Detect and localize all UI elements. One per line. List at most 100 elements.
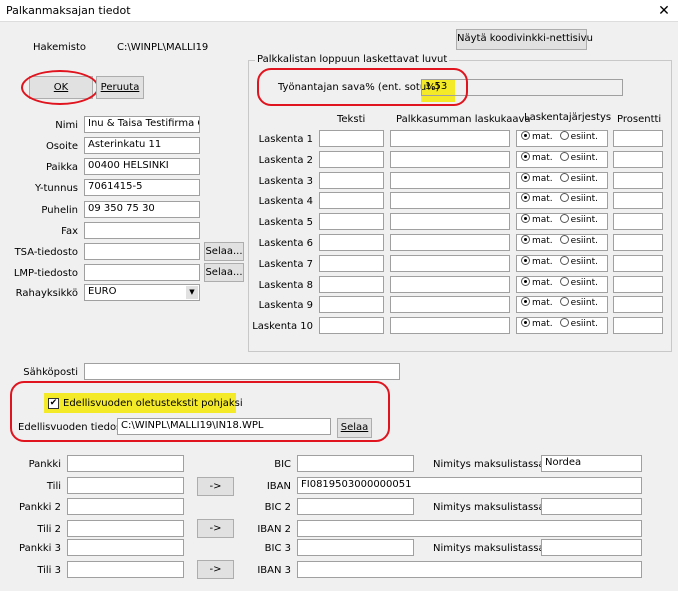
calc-row-formula-field[interactable] — [390, 296, 510, 314]
radio-mat[interactable] — [521, 151, 530, 161]
calc-row-text-field[interactable] — [319, 234, 384, 251]
calc-row-text-field[interactable] — [319, 213, 384, 231]
radio-esiint[interactable] — [559, 131, 569, 140]
tsa-label: TSA-tiedosto — [14, 247, 78, 258]
rahayksikko-select[interactable]: EURO ▼ — [84, 284, 200, 301]
arrow-button-3[interactable]: -> — [197, 560, 234, 579]
lmp-field[interactable] — [84, 264, 200, 281]
radio-esiint[interactable] — [559, 318, 569, 328]
radio-esiint[interactable] — [559, 151, 569, 161]
calc-row-formula-field[interactable] — [390, 275, 510, 293]
radio-esiint[interactable] — [559, 235, 569, 244]
osoite-field[interactable]: Asterinkatu 11 — [84, 137, 200, 154]
radio-esiint[interactable] — [559, 214, 569, 224]
bic2-field[interactable] — [297, 498, 414, 515]
calc-row-formula-field[interactable] — [390, 192, 510, 210]
close-icon[interactable]: ✕ — [650, 0, 678, 22]
radio-mat[interactable] — [521, 318, 530, 328]
radio-esiint[interactable] — [559, 255, 569, 265]
calc-row-percent-field[interactable] — [613, 317, 663, 335]
calc-group-title: Palkkalistan loppuun laskettavat luvut — [255, 54, 450, 65]
show-code-tip-button[interactable]: Näytä koodivinkki-nettisivu — [456, 29, 593, 50]
nimitys-field-2[interactable] — [541, 498, 642, 515]
calc-row-label: Laskenta 10 — [252, 321, 313, 333]
radio-mat[interactable] — [521, 131, 530, 140]
calc-row-percent-field[interactable] — [613, 213, 663, 231]
radio-esiint[interactable] — [559, 193, 569, 203]
calc-row-percent-field[interactable] — [613, 234, 663, 251]
calc-row-text-field[interactable] — [319, 150, 384, 168]
pankki3-field[interactable] — [67, 539, 184, 556]
radio-esiint[interactable] — [559, 276, 569, 286]
calc-row-formula-field[interactable] — [390, 317, 510, 335]
sahkoposti-field[interactable] — [84, 363, 400, 380]
calc-row-formula-field[interactable] — [390, 150, 510, 168]
calc-row-text-field[interactable] — [319, 296, 384, 314]
calc-row-formula-field[interactable] — [390, 130, 510, 147]
nimitys-label-3: Nimitys maksulistassa = — [433, 543, 557, 554]
osoite-label: Osoite — [45, 141, 78, 152]
radio-mat[interactable] — [521, 172, 530, 182]
calc-row-label: Laskenta 1 — [258, 134, 313, 145]
paikka-field[interactable]: 00400 HELSINKI — [84, 158, 200, 175]
lmp-browse-button[interactable]: Selaa... — [204, 263, 244, 282]
nimitys-field-1[interactable]: Nordea — [541, 455, 642, 472]
calc-row-text-field[interactable] — [319, 192, 384, 210]
pankki2-label: Pankki 2 — [19, 502, 61, 513]
calc-row-formula-field[interactable] — [390, 254, 510, 272]
radio-mat[interactable] — [521, 235, 530, 244]
tili3-label: Tili 3 — [37, 565, 61, 576]
radio-mat[interactable] — [521, 276, 530, 286]
bic3-field[interactable] — [297, 539, 414, 556]
bic-field[interactable] — [297, 455, 414, 472]
tili2-field[interactable] — [67, 520, 184, 537]
calc-row-percent-field[interactable] — [613, 192, 663, 210]
calc-row-percent-field[interactable] — [613, 275, 663, 293]
calc-row-text-field[interactable] — [319, 130, 384, 147]
nimitys-label-1: Nimitys maksulistassa = — [433, 459, 557, 470]
calc-row-formula-field[interactable] — [390, 234, 510, 251]
calc-row-percent-field[interactable] — [613, 254, 663, 272]
cancel-button[interactable]: Peruuta — [96, 76, 144, 99]
radio-esiint[interactable] — [559, 172, 569, 182]
ytunnus-field[interactable]: 7061415-5 — [84, 179, 200, 196]
tsa-field[interactable] — [84, 243, 200, 260]
puhelin-field[interactable]: 09 350 75 30 — [84, 201, 200, 218]
calc-row-percent-field[interactable] — [613, 150, 663, 168]
tili-field[interactable] — [67, 477, 184, 494]
calc-row-formula-field[interactable] — [390, 171, 510, 189]
arrow-button-2[interactable]: -> — [197, 519, 234, 538]
ytunnus-label: Y-tunnus — [34, 183, 78, 194]
radio-mat-label: mat. — [532, 132, 553, 142]
calc-row-formula-field[interactable] — [390, 213, 510, 231]
arrow-button-1[interactable]: -> — [197, 477, 234, 496]
radio-esiint-label: esiint. — [570, 152, 598, 163]
nimi-field[interactable]: Inu & Taisa Testifirma Oy — [84, 116, 200, 133]
iban3-field[interactable] — [297, 561, 642, 578]
calc-row-text-field[interactable] — [319, 275, 384, 293]
calc-row-text-field[interactable] — [319, 254, 384, 272]
radio-mat[interactable] — [521, 193, 530, 203]
calc-row-percent-field[interactable] — [613, 171, 663, 189]
radio-mat[interactable] — [521, 255, 530, 265]
ok-annotation-circle — [21, 70, 99, 105]
pankki-field[interactable] — [67, 455, 184, 472]
calc-row-text-field[interactable] — [319, 171, 384, 189]
iban-label: IBAN — [266, 481, 291, 492]
tili3-field[interactable] — [67, 561, 184, 578]
calc-row-text-field[interactable] — [319, 317, 384, 335]
pankki2-field[interactable] — [67, 498, 184, 515]
fax-field[interactable] — [84, 222, 200, 239]
nimitys-field-3[interactable] — [541, 539, 642, 556]
iban2-field[interactable] — [297, 520, 642, 537]
calc-row-percent-field[interactable] — [613, 130, 663, 147]
radio-mat-label: mat. — [532, 298, 553, 309]
radio-mat[interactable] — [521, 297, 530, 307]
radio-esiint[interactable] — [559, 297, 569, 307]
chevron-down-icon[interactable]: ▼ — [186, 286, 198, 299]
radio-mat[interactable] — [521, 214, 530, 224]
calc-row-percent-field[interactable] — [613, 296, 663, 314]
radio-esiint-label: esiint. — [570, 215, 598, 226]
tsa-browse-button[interactable]: Selaa... — [204, 242, 244, 261]
iban-field[interactable]: FI0819503000000051 — [297, 477, 642, 494]
